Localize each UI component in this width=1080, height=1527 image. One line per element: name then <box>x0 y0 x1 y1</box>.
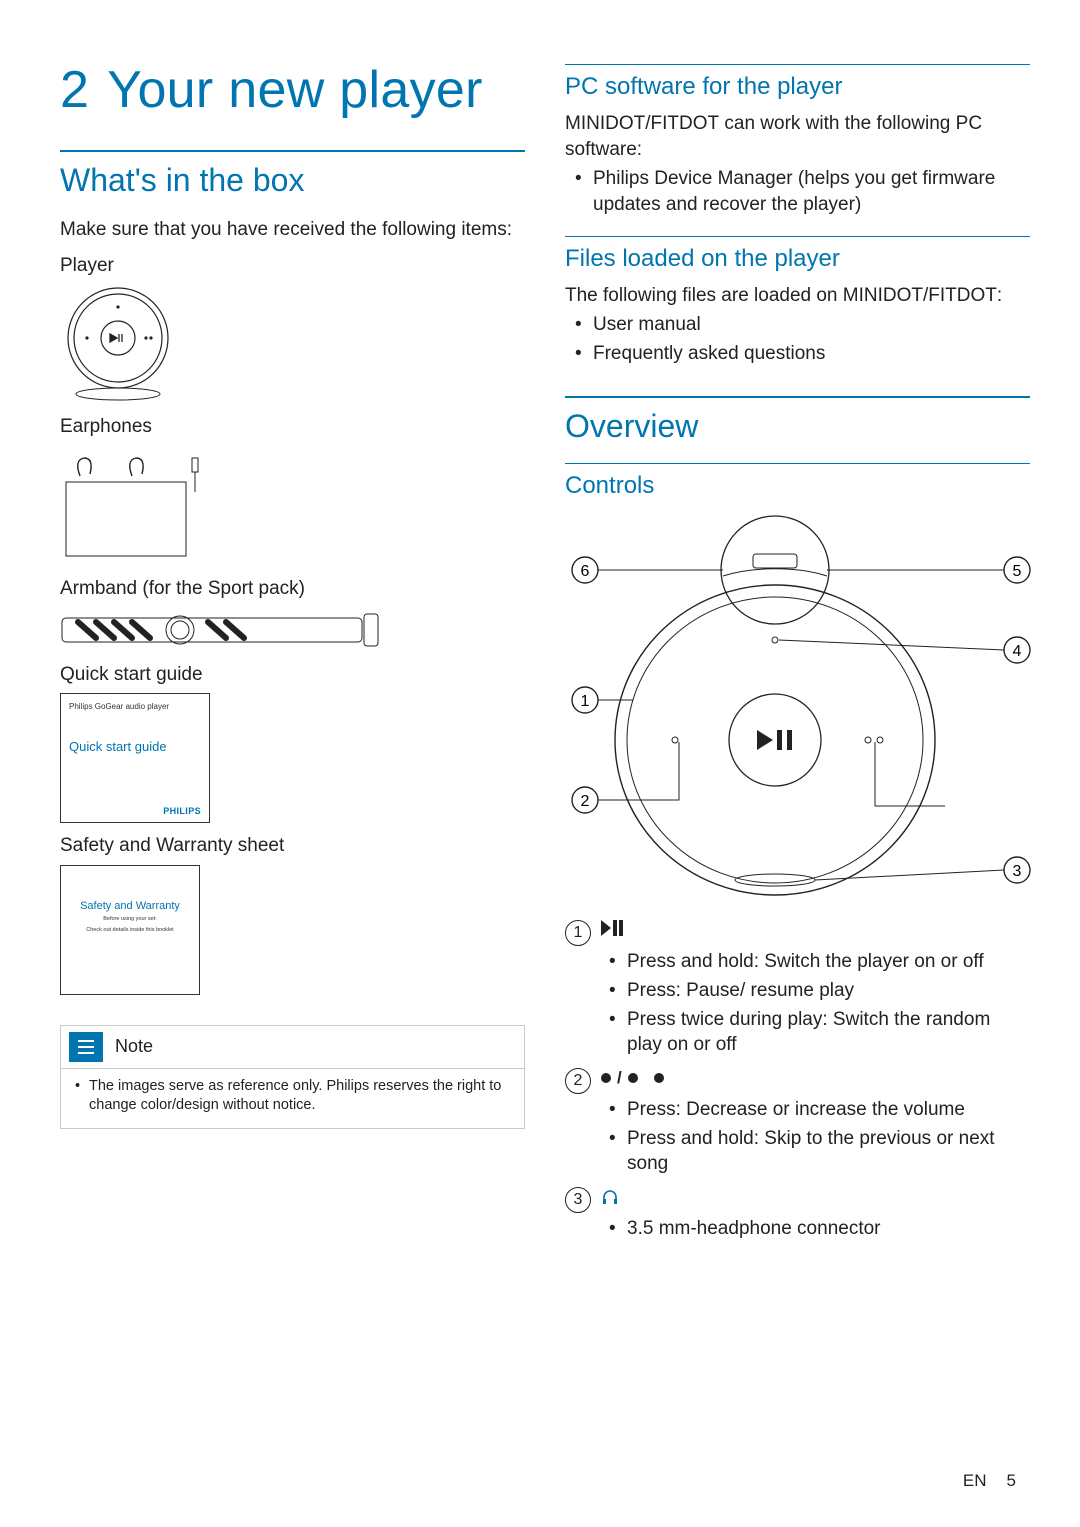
controls-heading: Controls <box>565 472 1030 500</box>
svg-text:5: 5 <box>1013 563 1022 580</box>
earphones-illustration <box>60 446 525 566</box>
callout-3: 3 <box>565 1187 591 1213</box>
control-2: 2 / Press: Decrease or increase the volu… <box>565 1068 1030 1177</box>
svg-text:6: 6 <box>581 563 590 580</box>
control-3: 3 3.5 mm-headphone connector <box>565 1187 1030 1242</box>
note-icon <box>69 1032 103 1062</box>
files-bullet-1: User manual <box>593 312 1030 338</box>
c1-i2: Press: Pause/ resume play <box>627 978 1030 1004</box>
svg-text:3: 3 <box>1013 863 1022 880</box>
overview-heading: Overview <box>565 408 1030 445</box>
pc-software-lead: MINIDOT/FITDOT can work with the followi… <box>565 111 1030 162</box>
c1-i3: Press twice during play: Switch the rand… <box>627 1007 1030 1058</box>
volume-dots-icon: / <box>601 1068 664 1088</box>
qsg-illustration: Philips GoGear audio player Quick start … <box>60 693 525 823</box>
qsg-smalltext: Philips GoGear audio player <box>69 702 201 711</box>
callout-1: 1 <box>565 920 591 946</box>
files-heading: Files loaded on the player <box>565 245 1030 273</box>
c1-i1: Press and hold: Switch the player on or … <box>627 949 1030 975</box>
section-rule <box>565 463 1030 464</box>
section-rule <box>565 236 1030 237</box>
page-footer: EN 5 <box>963 1471 1016 1491</box>
item-earphones-label: Earphones <box>60 414 525 440</box>
section-rule <box>565 64 1030 65</box>
footer-page: 5 <box>1007 1471 1016 1491</box>
control-1: 1 Press and hold: Switch the player on o… <box>565 920 1030 1058</box>
note-box: Note The images serve as reference only.… <box>60 1025 525 1129</box>
files-lead: The following files are loaded on MINIDO… <box>565 283 1030 309</box>
armband-illustration <box>60 608 525 652</box>
c3-i1: 3.5 mm-headphone connector <box>627 1216 1030 1242</box>
note-label: Note <box>115 1036 153 1057</box>
safety-illustration: Safety and Warranty Before using your se… <box>60 865 525 995</box>
item-safety-label: Safety and Warranty sheet <box>60 833 525 859</box>
safety-box-sub1: Before using your set: <box>103 916 157 923</box>
callout-2: 2 <box>565 1068 591 1094</box>
item-qsg-label: Quick start guide <box>60 662 525 688</box>
play-pause-icon <box>601 920 623 936</box>
item-armband-label: Armband (for the Sport pack) <box>60 576 525 602</box>
pc-software-heading: PC software for the player <box>565 73 1030 101</box>
whats-in-the-box-heading: What's in the box <box>60 162 525 199</box>
files-bullet-2: Frequently asked questions <box>593 341 1030 367</box>
c2-i1: Press: Decrease or increase the volume <box>627 1097 1030 1123</box>
safety-box-title: Safety and Warranty <box>80 900 180 912</box>
svg-text:4: 4 <box>1013 643 1022 660</box>
headphone-icon <box>601 1187 619 1205</box>
safety-box-sub2: Check out details inside this booklet <box>86 927 173 934</box>
philips-logo: PHILIPS <box>163 806 201 816</box>
section-rule <box>565 396 1030 398</box>
footer-lang: EN <box>963 1471 987 1491</box>
pc-software-bullet: Philips Device Manager (helps you get fi… <box>593 166 1030 217</box>
item-player-label: Player <box>60 253 525 279</box>
player-illustration <box>60 284 525 404</box>
qsg-box-title: Quick start guide <box>69 739 201 754</box>
svg-text:1: 1 <box>581 693 590 710</box>
section-rule <box>60 150 525 152</box>
chapter-text: Your new player <box>107 61 482 119</box>
controls-diagram: 6 5 4 1 2 3 <box>565 510 1030 910</box>
chapter-number: 2 <box>60 61 89 119</box>
box-intro: Make sure that you have received the fol… <box>60 217 525 243</box>
note-text: The images serve as reference only. Phil… <box>89 1077 510 1116</box>
svg-text:2: 2 <box>581 793 590 810</box>
chapter-title: 2 Your new player <box>60 60 525 120</box>
c2-i2: Press and hold: Skip to the previous or … <box>627 1126 1030 1177</box>
